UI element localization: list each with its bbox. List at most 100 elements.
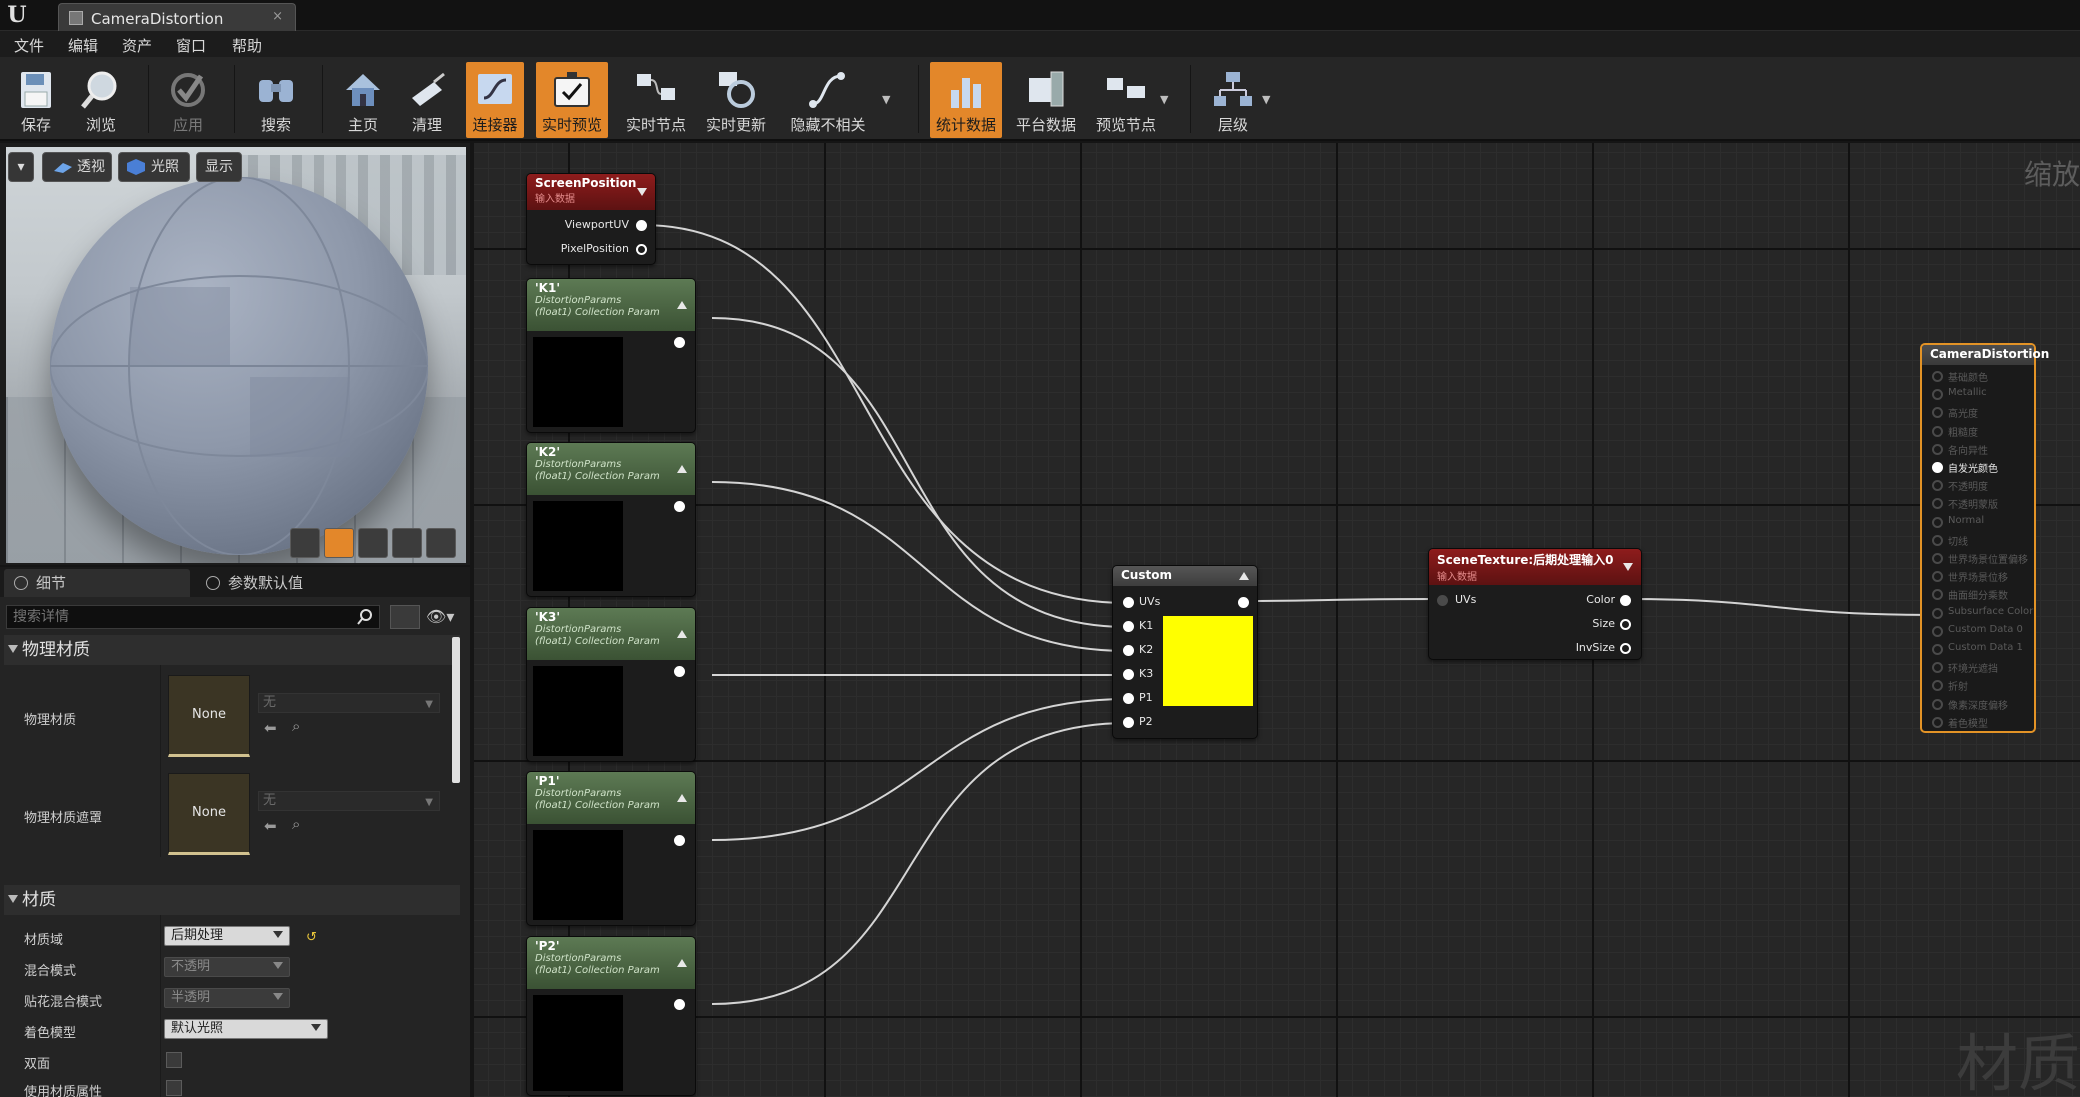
platform-stats-button[interactable]: 平台数据 (1010, 62, 1082, 138)
result-input-pin[interactable] (1932, 407, 1943, 419)
result-input-pin[interactable] (1932, 389, 1943, 401)
category-physical-material[interactable]: 物理材质 (4, 635, 460, 665)
node-collapse-icon[interactable] (1623, 563, 1633, 571)
preview-node-chevron-icon[interactable]: ▼ (1160, 93, 1168, 106)
result-input-pin[interactable] (1932, 644, 1943, 655)
result-input-pin[interactable] (1932, 516, 1943, 528)
param-k1-output-pin[interactable] (674, 337, 685, 348)
node-collapse-icon[interactable] (677, 630, 687, 638)
two-sided-checkbox[interactable] (166, 1052, 182, 1068)
clean-button[interactable]: 清理 (398, 62, 456, 138)
scene-texture-header[interactable]: SceneTexture:后期处理输入0 输入数据 (1429, 549, 1641, 585)
save-button[interactable]: 保存 (6, 62, 66, 138)
scene-texture-invsize-output-pin[interactable] (1620, 643, 1631, 654)
tab-details[interactable]: 细节 (4, 569, 190, 597)
phys-material-thumbnail[interactable]: None (168, 675, 250, 757)
details-scrollbar[interactable] (452, 637, 460, 783)
eye-visibility-icon[interactable]: 👁▾ (426, 607, 462, 627)
custom-output-pin[interactable] (1238, 597, 1249, 608)
search-details-box[interactable] (6, 605, 380, 629)
list-view-toggle-icon[interactable] (390, 605, 420, 629)
param-p2-output-pin[interactable] (674, 999, 685, 1010)
result-input-pin[interactable] (1932, 607, 1943, 619)
node-collapse-icon[interactable] (677, 301, 687, 309)
param-k2-node[interactable]: 'K2' DistortionParams (float1) Collectio… (526, 442, 696, 597)
hierarchy-chevron-icon[interactable]: ▼ (1262, 93, 1270, 106)
result-input-pin[interactable] (1932, 662, 1943, 674)
unreal-logo-icon[interactable]: U (4, 2, 30, 28)
param-k1-node[interactable]: 'K1' DistortionParams (float1) Collectio… (526, 278, 696, 433)
result-input-pin[interactable] (1932, 625, 1943, 637)
result-input-pin[interactable] (1932, 571, 1943, 583)
use-material-attributes-checkbox[interactable] (166, 1080, 182, 1096)
menu-window[interactable]: 窗口 (176, 35, 206, 56)
show-button[interactable]: 显示 (196, 152, 242, 182)
menu-help[interactable]: 帮助 (232, 35, 262, 56)
category-material[interactable]: 材质 (4, 885, 460, 915)
tab-parameter-defaults[interactable]: 参数默认值 (196, 569, 382, 597)
result-input-pin[interactable] (1932, 371, 1943, 382)
search-icon[interactable] (356, 608, 374, 626)
scene-texture-uvs-input-pin[interactable] (1437, 595, 1448, 606)
material-result-header[interactable]: CameraDistortion (1922, 345, 2049, 365)
custom-k2-input-pin[interactable] (1123, 645, 1134, 656)
param-k3-header[interactable]: 'K3' DistortionParams (float1) Collectio… (527, 608, 695, 660)
param-p1-output-pin[interactable] (674, 835, 685, 846)
node-collapse-icon[interactable] (1239, 572, 1249, 580)
browse-button[interactable]: 浏览 (70, 62, 132, 138)
connector-button[interactable]: 连接器 (466, 62, 524, 138)
result-input-pin[interactable] (1932, 698, 1943, 710)
cylinder-mode-icon[interactable] (290, 528, 320, 558)
material-domain-select[interactable]: 后期处理 (164, 926, 290, 946)
result-input-pin[interactable] (1932, 480, 1943, 492)
reset-to-default-icon[interactable]: ↺ (306, 930, 317, 945)
custom-node-header[interactable]: Custom (1113, 566, 1257, 586)
param-k3-node[interactable]: 'K3' DistortionParams (float1) Collectio… (526, 607, 696, 762)
decal-blend-mode-select[interactable]: 半透明 (164, 988, 290, 1008)
result-input-pin[interactable] (1932, 462, 1943, 473)
custom-mesh-mode-icon[interactable] (426, 528, 456, 558)
apply-button[interactable]: 应用 (158, 62, 218, 138)
node-collapse-icon[interactable] (677, 465, 687, 473)
blend-mode-select[interactable]: 不透明 (164, 957, 290, 977)
result-input-pin[interactable] (1932, 534, 1943, 546)
scene-texture-node[interactable]: SceneTexture:后期处理输入0 输入数据 UVs Color Size… (1428, 548, 1642, 660)
search-input[interactable] (7, 606, 379, 628)
preview-node-button[interactable]: 预览节点 (1090, 62, 1162, 138)
screen-position-header[interactable]: ScreenPosition 输入数据 (527, 174, 655, 210)
result-input-pin[interactable] (1932, 716, 1943, 728)
param-p1-header[interactable]: 'P1' DistortionParams (float1) Collectio… (527, 772, 695, 824)
use-selected-arrow-icon[interactable]: ⬅ (264, 817, 277, 835)
document-tab[interactable]: CameraDistortion × (58, 3, 296, 31)
menu-edit[interactable]: 编辑 (68, 35, 98, 56)
node-collapse-icon[interactable] (637, 188, 647, 196)
param-k3-output-pin[interactable] (674, 666, 685, 677)
more-options-chevron-icon[interactable]: ▼ (882, 93, 890, 106)
custom-p1-input-pin[interactable] (1123, 693, 1134, 704)
param-k2-header[interactable]: 'K2' DistortionParams (float1) Collectio… (527, 443, 695, 495)
result-input-pin[interactable] (1932, 425, 1943, 437)
viewport-options-dropdown[interactable]: ▾ (8, 152, 34, 182)
viewportuv-output-pin[interactable] (636, 220, 647, 231)
preview-viewport[interactable]: ▾ 透视 光照 显示 X Z (0, 143, 470, 680)
stats-button[interactable]: 统计数据 (930, 62, 1002, 138)
viewport-scene[interactable] (6, 147, 466, 563)
hide-unrelated-button[interactable]: 隐藏不相关 (782, 62, 874, 138)
plane-mode-icon[interactable] (358, 528, 388, 558)
menu-asset[interactable]: 资产 (122, 35, 152, 56)
phys-material-combo[interactable]: 无 ▼ (258, 693, 440, 713)
close-tab-icon[interactable]: × (272, 9, 283, 24)
node-collapse-icon[interactable] (677, 794, 687, 802)
hierarchy-button[interactable]: 层级 (1200, 62, 1266, 138)
phys-mask-combo[interactable]: 无 ▼ (258, 791, 440, 811)
sphere-mode-icon[interactable] (324, 528, 354, 558)
custom-p2-input-pin[interactable] (1123, 717, 1134, 728)
result-input-pin[interactable] (1932, 498, 1943, 510)
browse-asset-icon[interactable]: ⌕ (292, 717, 300, 735)
custom-uvs-input-pin[interactable] (1123, 597, 1134, 608)
shading-model-select[interactable]: 默认光照 (164, 1019, 328, 1039)
param-p2-node[interactable]: 'P2' DistortionParams (float1) Collectio… (526, 936, 696, 1096)
result-input-pin[interactable] (1932, 680, 1943, 692)
screen-position-node[interactable]: ScreenPosition 输入数据 ViewportUV PixelPosi… (526, 173, 656, 265)
live-nodes-button[interactable]: 实时节点 (620, 62, 692, 138)
